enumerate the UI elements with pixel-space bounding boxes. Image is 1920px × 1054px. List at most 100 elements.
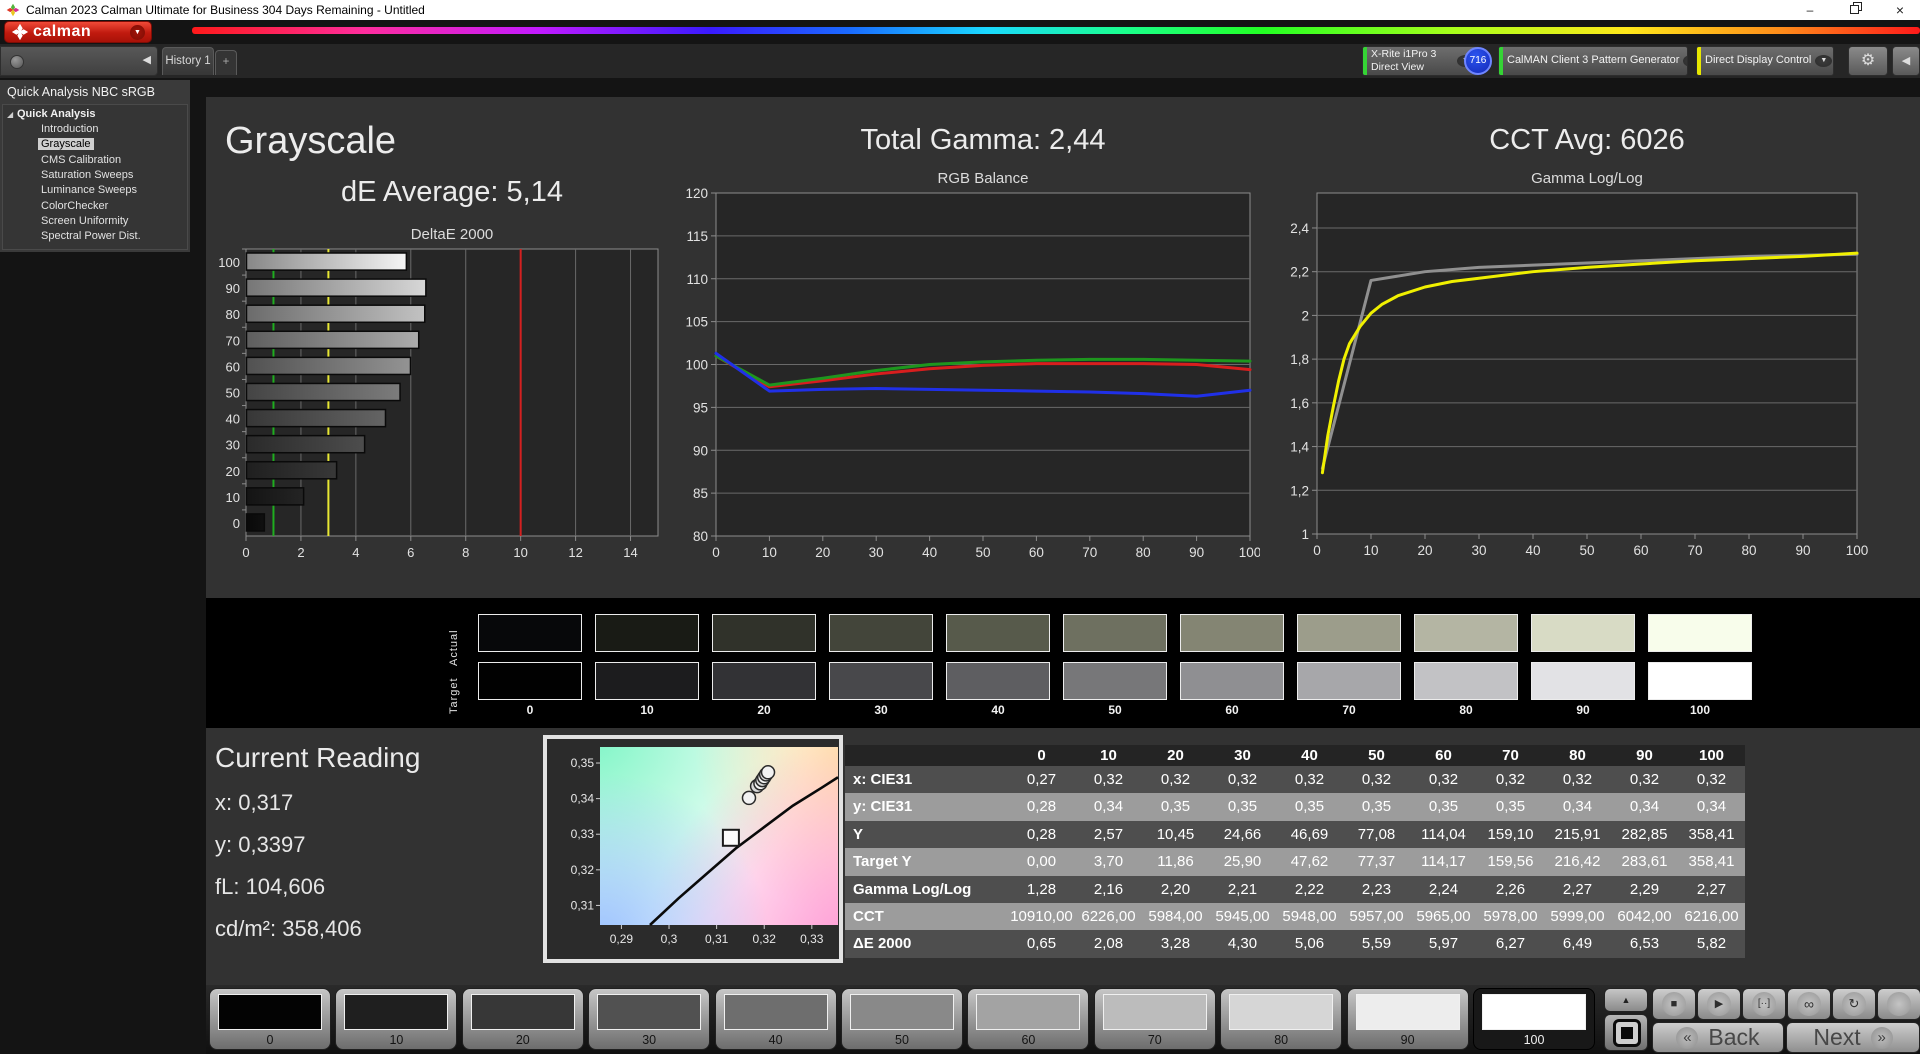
- table-cell: 6042,00: [1617, 907, 1672, 925]
- svg-text:60: 60: [1633, 543, 1648, 558]
- logo-dropdown-icon[interactable]: ▼: [130, 24, 145, 40]
- minimize-button[interactable]: –: [1790, 0, 1830, 20]
- table-row: Gamma Log/Log 1,28 2,16 2,20 2,21 2,22 2,23 2,2…: [845, 875, 1745, 903]
- svg-text:10: 10: [513, 545, 527, 560]
- table-cell: 5,59: [1361, 935, 1392, 953]
- pattern-level-button-60[interactable]: 60: [967, 988, 1090, 1050]
- pattern-level-label: 20: [515, 1033, 530, 1047]
- table-cell: 0,35: [1294, 798, 1325, 816]
- table-cell: 2,26: [1495, 880, 1526, 898]
- table-cell: 358,41: [1688, 825, 1735, 843]
- tree-root-quick-analysis[interactable]: Quick Analysis: [17, 108, 95, 120]
- pattern-level-button-70[interactable]: 70: [1093, 988, 1216, 1050]
- pattern-level-button-80[interactable]: 80: [1220, 988, 1343, 1050]
- pattern-level-button-40[interactable]: 40: [714, 988, 837, 1050]
- pattern-generator-dropdown[interactable]: CalMAN Client 3 Pattern Generator ▼: [1498, 46, 1688, 76]
- brand-header: calman ▼: [0, 20, 1920, 44]
- svg-text:30: 30: [1471, 543, 1486, 558]
- pattern-up-button[interactable]: ▲: [1604, 988, 1648, 1012]
- target-swatch-80: [1414, 662, 1518, 700]
- sidebar-item-luminance-sweeps[interactable]: Luminance Sweeps: [41, 184, 137, 196]
- pattern-window-button[interactable]: [1604, 1014, 1648, 1051]
- display-control-dropdown[interactable]: Direct Display Control ▼: [1696, 46, 1834, 76]
- table-cell: 282,85: [1621, 825, 1668, 843]
- pattern-level-button-100[interactable]: 100: [1473, 988, 1595, 1050]
- status-indicator[interactable]: [10, 55, 24, 69]
- table-cell: 0,35: [1227, 798, 1258, 816]
- sidebar-item-screen-uniformity[interactable]: Screen Uniformity: [41, 215, 128, 227]
- spectrum-strip: [192, 27, 1920, 34]
- restore-button[interactable]: [1836, 0, 1876, 20]
- strip-level-label: 70: [1342, 703, 1356, 717]
- back-button[interactable]: « Back: [1652, 1022, 1784, 1053]
- table-cell: 2,08: [1093, 935, 1124, 953]
- toolbar: ◀ History 1 + X-Rite i1Pro 3 Direct View…: [0, 44, 1920, 78]
- de-average-label: dE Average: 5,14: [341, 176, 563, 208]
- svg-text:50: 50: [1579, 543, 1594, 558]
- pattern-level-button-30[interactable]: 30: [588, 988, 711, 1050]
- strip-level-label: 20: [757, 703, 771, 717]
- actual-swatch-80: [1414, 614, 1518, 652]
- pattern-level-button-50[interactable]: 50: [841, 988, 963, 1050]
- svg-text:0,31: 0,31: [705, 932, 729, 946]
- window-title: Calman 2023 Calman Ultimate for Business…: [26, 3, 425, 17]
- table-cell: 159,10: [1487, 825, 1534, 843]
- loop-button[interactable]: ↻: [1832, 988, 1876, 1020]
- actual-swatch-40: [946, 614, 1050, 652]
- table-col-header: 30: [1234, 747, 1251, 764]
- stop-button[interactable]: ■: [1652, 988, 1696, 1020]
- svg-text:30: 30: [226, 438, 240, 453]
- series-measure-button[interactable]: [··]: [1742, 988, 1786, 1020]
- table-cell: 24,66: [1223, 825, 1262, 843]
- svg-text:2: 2: [1301, 308, 1309, 323]
- tree-expander-icon[interactable]: ◢: [7, 110, 13, 119]
- table-cell: 0,32: [1160, 771, 1191, 788]
- calman-menu-button[interactable]: calman ▼: [4, 21, 152, 43]
- meter-dropdown[interactable]: X-Rite i1Pro 3 Direct View ▼: [1362, 46, 1480, 76]
- continuous-measure-button[interactable]: ∞: [1787, 988, 1831, 1020]
- pattern-level-button-90[interactable]: 90: [1346, 988, 1469, 1050]
- sidebar-item-introduction[interactable]: Introduction: [41, 123, 98, 135]
- table-cell: 216,42: [1554, 853, 1601, 871]
- svg-text:85: 85: [693, 486, 708, 501]
- pattern-level-swatch: [723, 994, 828, 1030]
- rgb-balance-chart-title: RGB Balance: [937, 170, 1029, 187]
- pattern-level-button-10[interactable]: 10: [335, 988, 458, 1050]
- record-button[interactable]: [1877, 988, 1920, 1020]
- collapse-sidebar-icon[interactable]: ◀: [143, 53, 151, 66]
- table-header-row: 0 10 20 30 40 50 60 70 80 90 100: [845, 745, 1745, 766]
- pattern-level-button-20[interactable]: 20: [461, 988, 584, 1050]
- table-cell: 5999,00: [1550, 907, 1605, 925]
- pattern-level-button-0[interactable]: 0: [209, 988, 331, 1050]
- svg-text:10: 10: [226, 490, 240, 505]
- current-reading-x: x: 0,317: [215, 790, 294, 815]
- table-cell: 0,65: [1026, 935, 1057, 953]
- sidebar-item-saturation-sweeps[interactable]: Saturation Sweeps: [41, 169, 133, 181]
- table-cell: 0,34: [1562, 798, 1593, 816]
- gear-icon: ⚙: [1860, 52, 1876, 69]
- sidebar-item-grayscale[interactable]: Grayscale: [38, 138, 94, 151]
- tab-history-1[interactable]: History 1: [162, 47, 214, 75]
- play-button[interactable]: ▶: [1697, 988, 1741, 1020]
- app-icon: [6, 3, 20, 17]
- svg-text:0,34: 0,34: [571, 792, 595, 806]
- workflow-tree: ◢ Quick Analysis Introduction Grayscale CM…: [2, 104, 188, 250]
- svg-text:40: 40: [922, 545, 937, 560]
- sidebar-item-cms-calibration[interactable]: CMS Calibration: [41, 154, 121, 166]
- sidebar-item-spectral-power-dist-[interactable]: Spectral Power Dist.: [41, 230, 141, 242]
- svg-text:60: 60: [1029, 545, 1044, 560]
- svg-text:1,2: 1,2: [1290, 483, 1309, 498]
- actual-swatch-10: [595, 614, 699, 652]
- table-row-label: x: CIE31: [853, 771, 913, 788]
- measurement-table: 0 10 20 30 40 50 60 70 80 90 100 x: CIE31 0,27 0,32 0,…: [845, 745, 1745, 958]
- workflow-title: Quick Analysis NBC sRGB: [7, 85, 155, 99]
- svg-text:1,6: 1,6: [1290, 396, 1309, 411]
- close-button[interactable]: ×: [1880, 0, 1920, 20]
- settings-button[interactable]: ⚙: [1848, 46, 1888, 76]
- next-button[interactable]: Next »: [1786, 1022, 1920, 1053]
- add-tab-button[interactable]: +: [215, 50, 237, 75]
- sidebar-item-colorchecker[interactable]: ColorChecker: [41, 200, 108, 212]
- chevron-down-icon: ▼: [1683, 55, 1687, 67]
- table-col-header: 100: [1698, 747, 1725, 764]
- collapse-panel-button[interactable]: ◀: [1892, 46, 1920, 76]
